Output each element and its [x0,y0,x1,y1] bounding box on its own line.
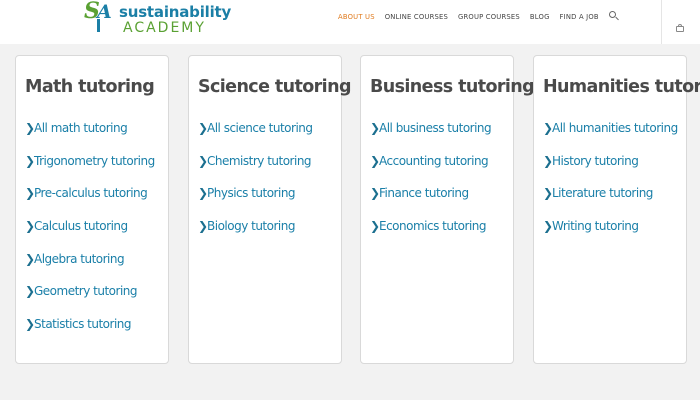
card-link-list: ❯ All science tutoring ❯ Chemistry tutorin… [198,121,313,252]
tree-logo-icon: S A [82,0,118,33]
nav-group-courses[interactable]: GROUP COURSES [458,13,520,21]
link-calculus-tutoring[interactable]: ❯ Calculus tutoring [25,219,155,252]
chevron-right-icon: ❯ [25,317,36,332]
link-trigonometry-tutoring[interactable]: ❯ Trigonometry tutoring [25,154,155,187]
cart-icon-bag [676,26,684,32]
chevron-right-icon: ❯ [543,186,554,201]
link-label: All science tutoring [207,121,313,135]
nav-blog[interactable]: BLOG [530,13,550,21]
logo-line-academy: ACADEMY [123,20,206,36]
link-label: Chemistry tutoring [207,153,312,168]
link-literature-tutoring[interactable]: ❯ Literature tutoring [543,186,678,219]
chevron-right-icon: ❯ [543,219,554,234]
logo-line-sustainability: sustainability [119,3,232,21]
link-label: Trigonometry tutoring [34,153,155,168]
site-logo[interactable]: S A sustainability ACADEMY [82,0,232,36]
chevron-right-icon: ❯ [198,186,209,201]
chevron-right-icon: ❯ [370,186,381,201]
link-physics-tutoring[interactable]: ❯ Physics tutoring [198,186,313,219]
card-link-list: ❯ All business tutoring ❯ Accounting tutor… [370,121,492,252]
link-label: Statistics tutoring [34,317,132,332]
card-title: Business tutoring [370,77,535,97]
site-header: S A sustainability ACADEMY ABOUT US ONLI… [0,0,700,44]
link-all-math-tutoring[interactable]: ❯ All math tutoring [25,121,155,154]
link-writing-tutoring[interactable]: ❯ Writing tutoring [543,219,678,252]
link-label: Literature tutoring [552,186,653,201]
link-label: Biology tutoring [207,219,295,234]
card-link-list: ❯ All humanities tutoring ❯ History tutori… [543,121,678,252]
card-math-tutoring: Math tutoring ❯ All math tutoring ❯ Trigon… [15,55,169,364]
chevron-right-icon: ❯ [25,219,36,234]
chevron-right-icon: ❯ [25,153,36,168]
link-label: Calculus tutoring [34,219,128,234]
link-label: All math tutoring [34,121,128,135]
link-label: Algebra tutoring [34,251,125,266]
chevron-right-icon: ❯ [25,186,36,201]
card-business-tutoring: Business tutoring ❯ All business tutoring… [360,55,535,364]
card-title: Science tutoring [198,77,351,97]
link-all-science-tutoring[interactable]: ❯ All science tutoring [198,121,313,154]
chevron-right-icon: ❯ [25,284,36,299]
link-label: Geometry tutoring [34,284,138,299]
main-nav: ABOUT US ONLINE COURSES GROUP COURSES BL… [338,13,609,21]
logo-wordmark: sustainability ACADEMY [119,1,232,36]
link-geometry-tutoring[interactable]: ❯ Geometry tutoring [25,284,155,317]
chevron-right-icon: ❯ [25,121,36,135]
chevron-right-icon: ❯ [370,153,381,168]
link-biology-tutoring[interactable]: ❯ Biology tutoring [198,219,313,252]
link-label: Pre-calculus tutoring [34,186,148,201]
chevron-right-icon: ❯ [198,121,209,135]
card-title: Math tutoring [25,77,155,97]
card-title: Humanities tutoring [543,77,700,97]
link-statistics-tutoring[interactable]: ❯ Statistics tutoring [25,317,155,350]
link-label: Accounting tutoring [379,153,489,168]
cart-icon[interactable] [676,24,684,32]
link-label: Finance tutoring [379,186,469,201]
link-label: Physics tutoring [207,186,296,201]
link-accounting-tutoring[interactable]: ❯ Accounting tutoring [370,154,491,187]
chevron-right-icon: ❯ [543,153,554,168]
nav-find-a-job[interactable]: FIND A JOB [560,13,599,21]
chevron-right-icon: ❯ [198,153,209,168]
nav-online-courses[interactable]: ONLINE COURSES [385,13,448,21]
header-divider [661,0,662,44]
chevron-right-icon: ❯ [370,121,381,135]
link-label: History tutoring [552,153,639,168]
link-label: Writing tutoring [552,219,639,234]
link-label: All business tutoring [379,121,492,135]
chevron-right-icon: ❯ [25,251,36,266]
link-label: All humanities tutoring [552,121,678,135]
card-link-list: ❯ All math tutoring ❯ Trigonometry tutorin… [25,121,155,350]
search-icon[interactable] [609,11,619,21]
link-algebra-tutoring[interactable]: ❯ Algebra tutoring [25,252,155,285]
search-icon-handle [615,16,619,21]
chevron-right-icon: ❯ [198,219,209,234]
link-all-humanities-tutoring[interactable]: ❯ All humanities tutoring [543,121,678,154]
chevron-right-icon: ❯ [543,121,554,135]
link-all-business-tutoring[interactable]: ❯ All business tutoring [370,121,492,154]
nav-about-us[interactable]: ABOUT US [338,13,375,21]
link-finance-tutoring[interactable]: ❯ Finance tutoring [370,186,491,219]
link-economics-tutoring[interactable]: ❯ Economics tutoring [370,219,491,252]
chevron-right-icon: ❯ [370,219,381,234]
link-history-tutoring[interactable]: ❯ History tutoring [543,154,678,187]
card-science-tutoring: Science tutoring ❯ All science tutoring ❯… [188,55,351,364]
link-chemistry-tutoring[interactable]: ❯ Chemistry tutoring [198,154,313,187]
link-pre-calculus-tutoring[interactable]: ❯ Pre-calculus tutoring [25,186,155,219]
card-humanities-tutoring: Humanities tutoring ❯All humanities tuto… [533,55,700,364]
link-label: Economics tutoring [379,219,487,234]
logo-trunk [97,19,100,32]
